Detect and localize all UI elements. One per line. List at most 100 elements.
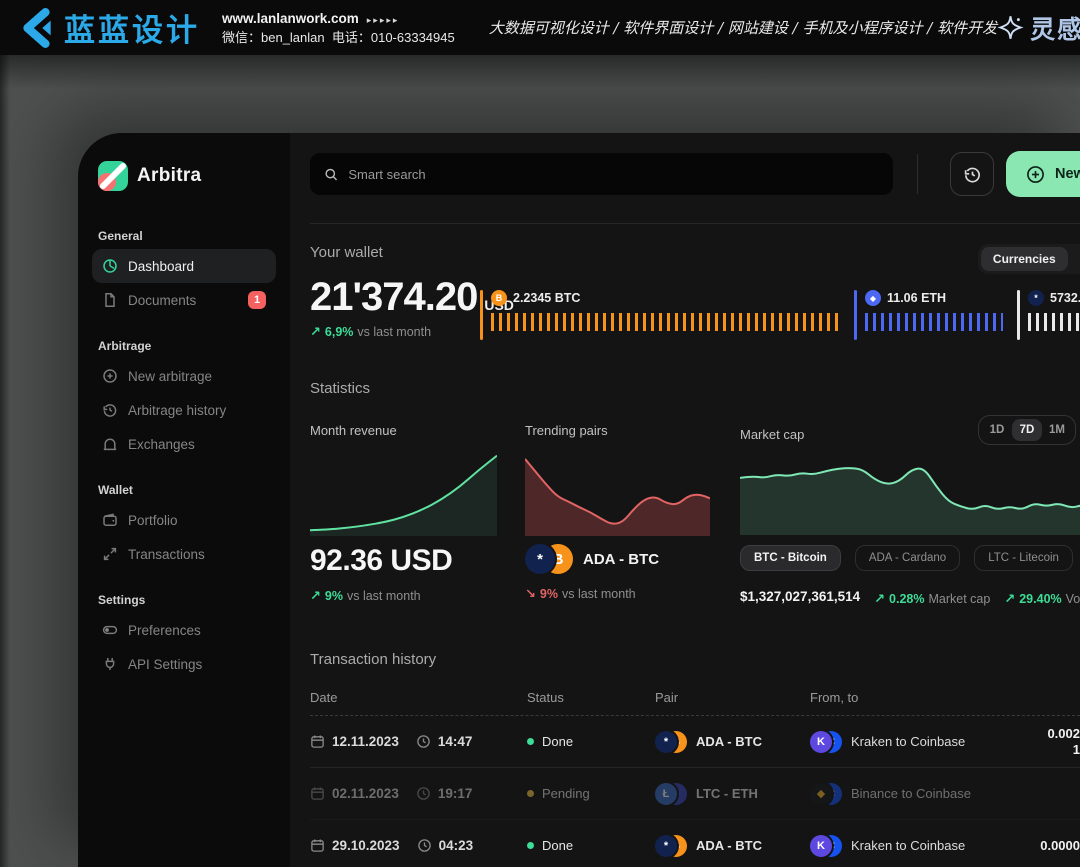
month-revenue-value: 92.36 USD <box>310 544 497 578</box>
arrows-decoration: ▸▸▸▸▸ <box>367 15 400 25</box>
transfer-arrows-icon <box>102 546 118 562</box>
ada-icon: * <box>1028 290 1044 306</box>
market-cap-stats: $1,327,027,361,514 ↗ 0.28% Market cap ↗ … <box>740 585 1080 607</box>
sidebar-item-exchanges[interactable]: Exchanges <box>92 427 276 461</box>
month-revenue-chart <box>310 454 497 536</box>
tx-time: 19:17 <box>438 786 473 801</box>
coin-tab-btc[interactable]: BTC - Bitcoin <box>740 545 841 571</box>
dashboard-icon <box>102 258 118 274</box>
coin-tab-ltc[interactable]: LTC - Litecoin <box>974 545 1073 571</box>
trend-up-icon: ↗ <box>310 324 321 340</box>
range-7d[interactable]: 7D <box>1012 419 1042 441</box>
wechat-contact: 微信：ben_lanlan <box>222 30 325 45</box>
coin-tab-ada[interactable]: ADA - Cardano <box>855 545 960 571</box>
ada-icon: * <box>655 731 677 753</box>
holding-ada[interactable]: * 5732.61 ADA <box>1017 290 1080 340</box>
arbitra-logo-icon <box>98 161 128 191</box>
clock-icon <box>417 838 432 853</box>
range-1m[interactable]: 1M <box>1042 419 1072 441</box>
tx-pair: ADA - BTC <box>696 734 762 749</box>
tx-date: 12.11.2023 <box>332 734 399 749</box>
ada-icon: * <box>655 835 677 857</box>
tx-route: Kraken to Coinbase <box>851 838 965 853</box>
sidebar-item-label: Preferences <box>128 623 201 638</box>
status-dot <box>527 738 534 745</box>
col-status: Status <box>527 690 655 705</box>
wallet-view-tabs: Currencies Exchanges <box>978 244 1080 274</box>
trend-value: 9% <box>540 587 558 601</box>
new-arbitrage-button[interactable]: New arbitrage <box>1006 151 1080 197</box>
search-bar[interactable] <box>310 153 893 195</box>
sidebar-item-preferences[interactable]: Preferences <box>92 613 276 647</box>
nav-group-settings: Settings Preferences API Settings <box>92 593 276 681</box>
services-list: 大数据可视化设计 / 软件界面设计 / 网站建设 / 手机及小程序设计 / 软件… <box>489 17 997 38</box>
app-name: Arbitra <box>137 165 201 187</box>
trend-value: 6,9% <box>325 325 354 339</box>
trend-up-icon: ↗ <box>874 591 885 607</box>
plug-icon <box>102 656 118 672</box>
sidebar-item-label: Portfolio <box>128 513 178 528</box>
trend-up-icon: ↗ <box>1004 591 1015 607</box>
table-row[interactable]: 02.11.2023 19:17 Pending Ł ◆ LTC - ETH <box>310 768 1080 820</box>
binance-icon: ◆ <box>810 783 832 805</box>
card-label: Market cap <box>740 427 804 442</box>
wallet-header: Your wallet Currencies Exchanges <box>310 244 1080 274</box>
arch-icon <box>102 436 118 452</box>
holding-amount: 2.2345 BTC <box>513 291 580 305</box>
holding-amount: 11.06 ETH <box>887 291 946 305</box>
ada-icon: * <box>525 544 555 574</box>
sidebar-item-label: Exchanges <box>128 437 195 452</box>
transaction-history-title: Transaction history <box>310 651 1080 668</box>
range-tabs: 1D 7D 1M <box>978 415 1076 445</box>
holding-eth[interactable]: ◆ 11.06 ETH <box>854 290 1017 340</box>
sidebar-item-arbitrage-history[interactable]: Arbitrage history <box>92 393 276 427</box>
wallet-holdings-bar: B 2.2345 BTC ◆ 11.06 ETH * 5732.61 ADA <box>480 290 1080 340</box>
inspiration-collect[interactable]: 灵感收集 <box>997 10 1080 46</box>
sidebar-item-label: API Settings <box>128 657 202 672</box>
holding-btc[interactable]: B 2.2345 BTC <box>480 290 854 340</box>
topbar: New arbitrage <box>310 151 1080 197</box>
trend-value: 9% <box>325 589 343 603</box>
search-input[interactable] <box>348 167 879 182</box>
table-row[interactable]: 29.10.2023 04:23 Done * B ADA - BTC K <box>310 820 1080 867</box>
wallet-trend: ↗ 6,9% vs last month <box>310 324 446 340</box>
table-row[interactable]: 12.11.2023 14:47 Done * B ADA - BTC K <box>310 716 1080 768</box>
sidebar-item-dashboard[interactable]: Dashboard <box>92 249 276 283</box>
tx-route: Kraken to Coinbase <box>851 734 965 749</box>
tx-amount: 0.0000 <box>1025 838 1080 854</box>
sidebar-item-transactions[interactable]: Transactions <box>92 537 276 571</box>
document-icon <box>102 292 118 308</box>
tx-date: 29.10.2023 <box>332 838 400 853</box>
tx-route: Binance to Coinbase <box>851 786 971 801</box>
sidebar-item-new-arbitrage[interactable]: New arbitrage <box>92 359 276 393</box>
btc-ticks <box>491 313 840 331</box>
trend-label: vs last month <box>357 325 431 339</box>
month-revenue-trend: ↗ 9% vs last month <box>310 588 497 604</box>
app-brand[interactable]: Arbitra <box>92 161 276 191</box>
status-dot <box>527 790 534 797</box>
cap-trend: ↗ 0.28% Market cap <box>874 591 990 607</box>
plus-circle-icon <box>1026 165 1045 184</box>
site-url[interactable]: www.lanlanwork.com <box>222 11 359 26</box>
arbitra-dashboard: Arbitra General Dashboard Documents 1 Ar… <box>78 133 1080 867</box>
trending-pair: * B ADA - BTC <box>525 544 710 574</box>
trend-label: Volume (24h) <box>1066 592 1080 606</box>
tab-exchanges[interactable]: Exchanges <box>1068 247 1080 271</box>
col-from-to: From, to <box>810 690 1025 705</box>
wallet-title: Your wallet <box>310 244 383 261</box>
search-icon <box>324 167 338 182</box>
history-icon <box>102 402 118 418</box>
site-banner: 蓝蓝设计 www.lanlanwork.com▸▸▸▸▸ 微信：ben_lanl… <box>0 0 1080 55</box>
sidebar-item-api-settings[interactable]: API Settings <box>92 647 276 681</box>
header-divider <box>310 223 1080 224</box>
tx-pair: LTC - ETH <box>696 786 758 801</box>
status-text: Pending <box>542 786 590 801</box>
clock-icon <box>416 734 431 749</box>
range-1d[interactable]: 1D <box>982 419 1012 441</box>
history-button[interactable] <box>950 152 994 196</box>
sidebar-item-documents[interactable]: Documents 1 <box>92 283 276 317</box>
eth-icon: ◆ <box>865 290 881 306</box>
wallet-amount-block: 21'374.20 USD ↗ 6,9% vs last month <box>310 276 446 340</box>
sidebar-item-portfolio[interactable]: Portfolio <box>92 503 276 537</box>
tab-currencies[interactable]: Currencies <box>981 247 1068 271</box>
